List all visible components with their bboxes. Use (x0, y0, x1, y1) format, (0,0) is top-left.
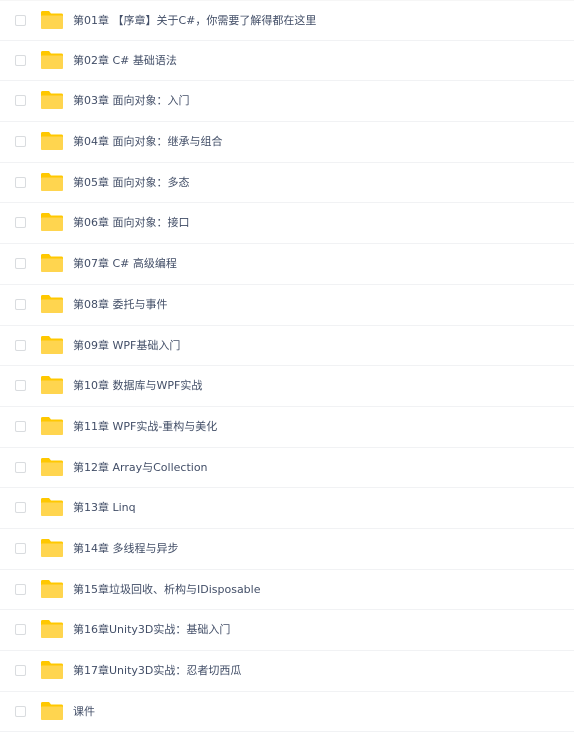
file-name[interactable]: 第17章Unity3D实战：忍者切西瓜 (73, 663, 241, 679)
list-item[interactable]: 第15章垃圾回收、析构与IDisposable (0, 570, 574, 611)
file-list: 第01章 【序章】关于C#，你需要了解得都在这里 第02章 C# 基础语法 第0… (0, 0, 574, 733)
folder-icon[interactable] (40, 457, 64, 477)
list-item[interactable]: 课件 (0, 692, 574, 733)
select-checkbox[interactable] (15, 461, 26, 473)
folder-icon[interactable] (40, 538, 64, 558)
list-item[interactable]: 第04章 面向对象：继承与组合 (0, 122, 574, 163)
list-item[interactable]: 第09章 WPF基础入门 (0, 326, 574, 367)
list-item[interactable]: 第10章 数据库与WPF实战 (0, 366, 574, 407)
select-checkbox[interactable] (15, 542, 26, 554)
folder-icon[interactable] (40, 619, 64, 639)
select-checkbox[interactable] (15, 54, 26, 66)
select-checkbox[interactable] (15, 624, 26, 636)
folder-icon[interactable] (40, 253, 64, 273)
select-checkbox[interactable] (15, 339, 26, 351)
folder-icon[interactable] (40, 701, 64, 721)
select-checkbox[interactable] (15, 380, 26, 392)
file-name[interactable]: 第16章Unity3D实战：基础入门 (73, 622, 230, 638)
file-name[interactable]: 第02章 C# 基础语法 (73, 53, 177, 69)
folder-icon[interactable] (40, 375, 64, 395)
file-name[interactable]: 第04章 面向对象：继承与组合 (73, 134, 223, 150)
folder-icon[interactable] (40, 172, 64, 192)
list-item[interactable]: 第12章 Array与Collection (0, 448, 574, 489)
file-name[interactable]: 第07章 C# 高级编程 (73, 256, 177, 272)
list-item[interactable]: 第16章Unity3D实战：基础入门 (0, 610, 574, 651)
select-checkbox[interactable] (15, 15, 26, 26)
file-name[interactable]: 第10章 数据库与WPF实战 (73, 378, 202, 394)
select-checkbox[interactable] (15, 217, 26, 229)
list-item[interactable]: 第06章 面向对象：接口 (0, 203, 574, 245)
list-item[interactable]: 第11章 WPF实战-重构与美化 (0, 407, 574, 448)
folder-icon[interactable] (40, 90, 64, 110)
file-name[interactable]: 第14章 多线程与异步 (73, 541, 179, 557)
file-name[interactable]: 第01章 【序章】关于C#，你需要了解得都在这里 (73, 13, 316, 29)
folder-icon[interactable] (40, 131, 64, 151)
folder-icon[interactable] (40, 212, 64, 232)
list-item[interactable]: 第05章 面向对象：多态 (0, 163, 574, 204)
select-checkbox[interactable] (15, 420, 26, 432)
folder-icon[interactable] (40, 294, 64, 314)
select-checkbox[interactable] (15, 583, 26, 595)
select-checkbox[interactable] (15, 298, 26, 310)
file-name[interactable]: 第15章垃圾回收、析构与IDisposable (73, 582, 261, 598)
list-item[interactable]: 第07章 C# 高级编程 (0, 244, 574, 285)
folder-icon[interactable] (40, 335, 64, 355)
file-name[interactable]: 第09章 WPF基础入门 (73, 338, 180, 354)
folder-icon[interactable] (40, 660, 64, 680)
file-name[interactable]: 第06章 面向对象：接口 (73, 215, 190, 231)
list-item[interactable]: 第14章 多线程与异步 (0, 529, 574, 570)
folder-icon[interactable] (40, 497, 64, 517)
select-checkbox[interactable] (15, 502, 26, 514)
select-checkbox[interactable] (15, 95, 26, 107)
file-name[interactable]: 课件 (73, 704, 95, 720)
folder-icon[interactable] (40, 416, 64, 436)
list-item[interactable]: 第13章 Linq (0, 488, 574, 529)
folder-icon[interactable] (40, 50, 64, 70)
list-item[interactable]: 第08章 委托与事件 (0, 285, 574, 326)
select-checkbox[interactable] (15, 258, 26, 270)
list-item[interactable]: 第01章 【序章】关于C#，你需要了解得都在这里 (0, 0, 574, 41)
list-item[interactable]: 第03章 面向对象：入门 (0, 81, 574, 123)
folder-icon[interactable] (40, 10, 64, 30)
list-item[interactable]: 第17章Unity3D实战：忍者切西瓜 (0, 651, 574, 692)
file-name[interactable]: 第12章 Array与Collection (73, 460, 208, 476)
select-checkbox[interactable] (15, 665, 26, 676)
select-checkbox[interactable] (15, 176, 26, 188)
file-name[interactable]: 第08章 委托与事件 (73, 297, 168, 313)
list-item[interactable]: 第02章 C# 基础语法 (0, 41, 574, 82)
folder-icon[interactable] (40, 579, 64, 599)
file-name[interactable]: 第03章 面向对象：入门 (73, 93, 190, 109)
select-checkbox[interactable] (15, 136, 26, 148)
file-name[interactable]: 第13章 Linq (73, 500, 136, 516)
select-checkbox[interactable] (15, 705, 26, 717)
file-name[interactable]: 第05章 面向对象：多态 (73, 175, 190, 191)
file-name[interactable]: 第11章 WPF实战-重构与美化 (73, 419, 217, 435)
